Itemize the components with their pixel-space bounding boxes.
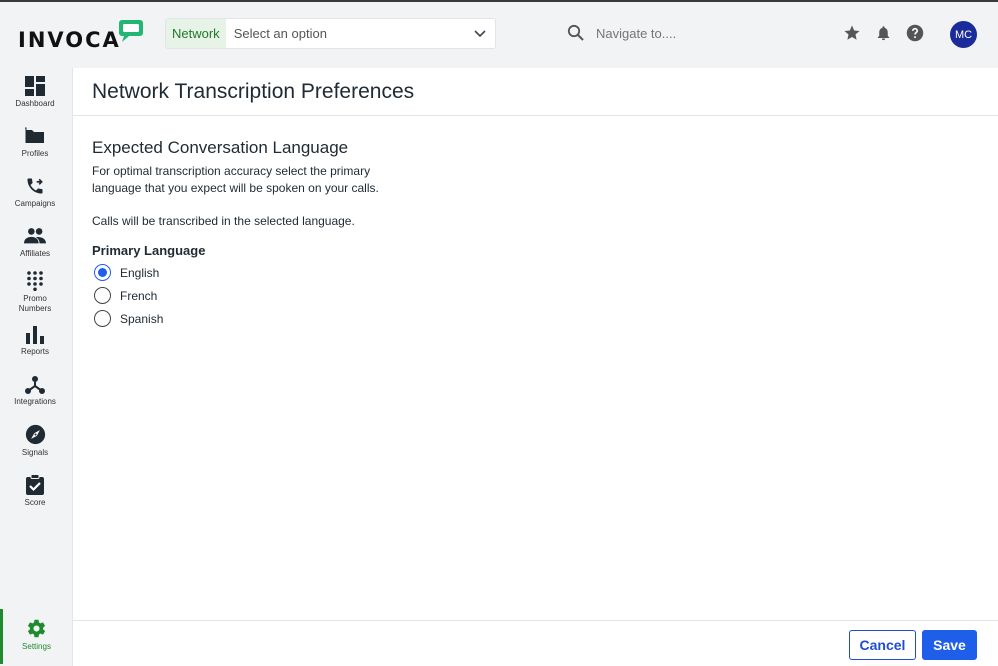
sidebar-item-label: Reports	[20, 347, 49, 356]
compass-icon	[25, 424, 45, 445]
star-icon[interactable]	[843, 24, 861, 42]
sidebar-item-integrations[interactable]: Integrations	[0, 376, 70, 424]
page-header: Network Transcription Preferences	[73, 68, 998, 116]
radio-label: English	[120, 265, 160, 280]
radio-button[interactable]	[94, 287, 111, 304]
section-title: Expected Conversation Language	[92, 138, 349, 157]
main-panel: Network Transcription Preferences Expect…	[72, 68, 998, 666]
cancel-button[interactable]: Cancel	[849, 630, 916, 660]
save-button[interactable]: Save	[922, 630, 977, 660]
sidebar-item-promo-numbers[interactable]: Promo Numbers	[0, 271, 70, 319]
sidebar-item-label: Profiles	[21, 149, 49, 158]
network-select[interactable]: Network Select an option	[165, 18, 496, 49]
section-note: Calls will be transcribed in the selecte…	[92, 214, 355, 228]
top-bar: INVOCA Network Select an option MC	[0, 2, 998, 66]
footer-actions: Cancel Save	[73, 620, 998, 666]
language-section: Expected Conversation Language For optim…	[92, 138, 592, 330]
sidebar-item-label: Score	[24, 498, 46, 507]
dialpad-icon	[27, 271, 43, 291]
sidebar-item-dashboard[interactable]: Dashboard	[0, 76, 70, 124]
primary-language-label: Primary Language	[92, 243, 206, 258]
dashboard-icon	[25, 76, 45, 96]
sidebar-item-label: Promo Numbers	[18, 294, 52, 313]
radio-option-english[interactable]: English	[94, 261, 592, 284]
radio-option-french[interactable]: French	[94, 284, 592, 307]
navigate-input[interactable]	[596, 26, 796, 41]
sidebar-item-reports[interactable]: Reports	[0, 326, 70, 374]
folder-icon	[25, 127, 44, 143]
network-select-value: Select an option	[233, 26, 327, 41]
sidebar-item-campaigns[interactable]: Campaigns	[0, 176, 70, 224]
section-description: For optimal transcription accuracy selec…	[92, 164, 379, 195]
radio-label: French	[120, 288, 158, 303]
sidebar-item-label: Campaigns	[14, 199, 56, 208]
invoca-logo[interactable]: INVOCA	[18, 18, 148, 52]
page-title: Network Transcription Preferences	[92, 79, 415, 103]
language-radio-group: English French Spanish	[92, 261, 592, 330]
phone-forward-icon	[27, 178, 43, 194]
radio-button[interactable]	[94, 264, 111, 281]
radio-button[interactable]	[94, 310, 111, 327]
search-icon[interactable]	[567, 24, 584, 41]
logo-text: INVOCA	[18, 28, 121, 52]
sidebar-item-profiles[interactable]: Profiles	[0, 126, 70, 174]
sidebar: Dashboard Profiles Campaigns Affiliates …	[0, 66, 70, 666]
network-label: Network	[166, 19, 226, 48]
chat-bubble-icon	[119, 20, 143, 42]
clipboard-check-icon	[26, 474, 44, 495]
sidebar-item-score[interactable]: Score	[0, 474, 70, 522]
sidebar-item-label: Dashboard	[15, 99, 55, 108]
people-icon	[24, 228, 46, 244]
hub-icon	[25, 376, 45, 394]
bell-icon[interactable]	[875, 24, 892, 42]
sidebar-item-signals[interactable]: Signals	[0, 424, 70, 472]
chevron-down-icon	[465, 29, 495, 38]
sidebar-item-label: Signals	[21, 448, 49, 457]
sidebar-item-label: Integrations	[14, 397, 56, 406]
avatar[interactable]: MC	[950, 21, 977, 48]
sidebar-item-label: Affiliates	[19, 249, 51, 258]
radio-label: Spanish	[120, 311, 164, 326]
sidebar-item-settings[interactable]: Settings	[0, 609, 70, 664]
help-icon[interactable]	[906, 24, 924, 42]
sidebar-item-affiliates[interactable]: Affiliates	[0, 226, 70, 274]
bar-chart-icon	[26, 326, 44, 344]
gear-icon	[28, 619, 45, 638]
radio-option-spanish[interactable]: Spanish	[94, 307, 592, 330]
sidebar-item-label: Settings	[22, 642, 51, 651]
